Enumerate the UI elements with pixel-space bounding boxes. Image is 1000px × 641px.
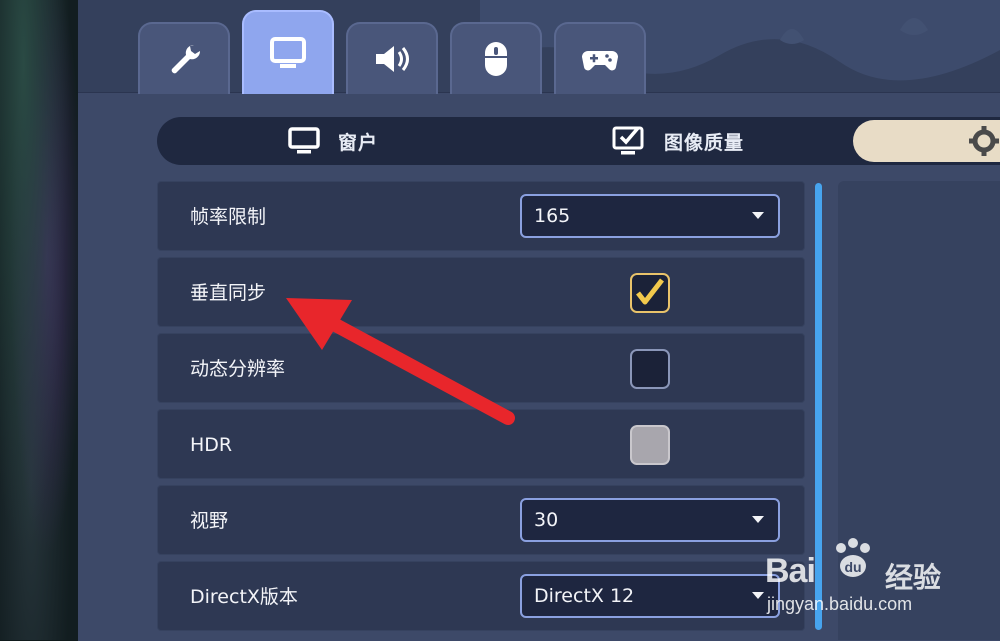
setting-row-fov: 视野 30 [157,485,805,555]
monitor-icon [288,127,320,154]
chevron-down-icon [752,592,764,599]
sub-tab-window[interactable]: 窗户 [288,117,378,165]
monitor-icon [270,37,306,68]
svg-text:du: du [844,559,861,575]
setting-label: 帧率限制 [190,206,267,228]
dropdown-value: 165 [534,205,571,227]
dropdown-value: 30 [534,509,559,531]
sub-tab-image-quality[interactable]: 图像质量 [612,117,744,165]
watermark-brand-cn: 经验 [885,561,942,594]
paw-icon: du [836,538,870,577]
baidu-watermark: Bai du 经验 jingyan.baidu.com [765,530,965,630]
tab-general[interactable] [138,22,230,94]
wrench-icon [171,44,201,74]
setting-row-hdr: HDR [157,409,805,479]
vsync-checkbox[interactable] [630,273,670,313]
fov-dropdown[interactable]: 30 [520,498,780,542]
game-background [0,0,78,640]
gamepad-icon [582,51,618,71]
dynamic-resolution-checkbox[interactable] [630,349,670,389]
setting-label: 垂直同步 [190,282,267,304]
monitor-check-icon [612,126,644,155]
setting-row-vsync: 垂直同步 [157,257,805,327]
tab-display[interactable] [242,10,334,94]
directx-dropdown[interactable]: DirectX 12 [520,574,780,618]
setting-label: 动态分辨率 [190,358,286,380]
watermark-url: jingyan.baidu.com [767,594,913,614]
tab-audio[interactable] [346,22,438,94]
tab-mouse[interactable] [450,22,542,94]
hdr-checkbox[interactable] [630,425,670,465]
sub-tab-advanced[interactable] [853,120,1000,162]
setting-label: 视野 [190,510,229,532]
sub-tab-label: 图像质量 [664,131,745,154]
dropdown-value: DirectX 12 [534,585,635,607]
setting-label: HDR [190,434,233,456]
watermark-brand: Bai [765,552,816,590]
setting-row-frame-limit: 帧率限制 165 [157,181,805,251]
tab-controller[interactable] [554,22,646,94]
setting-row-directx: DirectX版本 DirectX 12 [157,561,805,631]
speaker-icon [376,46,409,72]
frame-limit-dropdown[interactable]: 165 [520,194,780,238]
mouse-icon [485,42,507,76]
setting-row-dynamic-resolution: 动态分辨率 [157,333,805,403]
checkmark-icon [636,278,664,305]
gear-icon [969,126,999,156]
chevron-down-icon [752,212,764,219]
setting-label: DirectX版本 [190,586,298,608]
chevron-down-icon [752,516,764,523]
sub-tab-label: 窗户 [338,131,379,154]
